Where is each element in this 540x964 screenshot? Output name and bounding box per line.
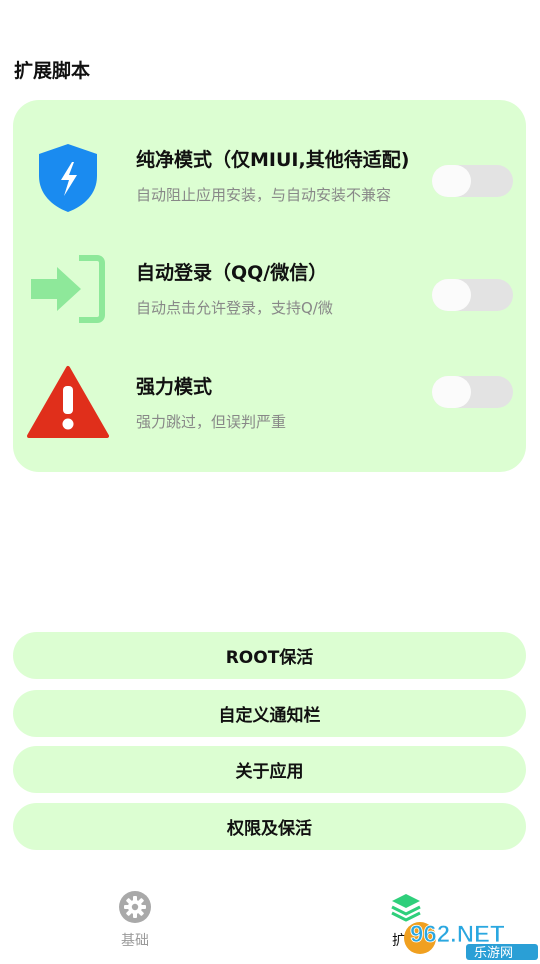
toggle-knob	[432, 165, 471, 197]
scripts-card: 纯净模式（仅MIUI,其他待适配) 自动阻止应用安装，与自动安装不兼容 自动登录…	[13, 100, 526, 472]
tab-basic[interactable]: 基础	[105, 890, 165, 950]
gear-icon	[118, 891, 152, 928]
auto-login-desc: 自动点击允许登录，支持Q/微	[136, 299, 333, 317]
pure-mode-title: 纯净模式（仅MIUI,其他待适配)	[136, 149, 410, 171]
script-row-auto-login: 自动登录（QQ/微信） 自动点击允许登录，支持Q/微	[13, 244, 526, 344]
login-arrow-icon	[27, 252, 109, 326]
power-mode-toggle[interactable]	[432, 376, 513, 408]
custom-notification-button[interactable]: 自定义通知栏	[13, 690, 526, 737]
watermark-sub: 乐游网	[474, 946, 513, 960]
power-mode-title: 强力模式	[136, 376, 213, 398]
power-mode-desc: 强力跳过，但误判严重	[136, 413, 287, 431]
about-app-button[interactable]: 关于应用	[13, 746, 526, 793]
toggle-knob	[432, 279, 471, 311]
toggle-knob	[432, 376, 471, 408]
permissions-keepalive-button[interactable]: 权限及保活	[13, 803, 526, 850]
root-keepalive-button[interactable]: ROOT保活	[13, 632, 526, 679]
shield-bolt-icon	[27, 140, 109, 214]
script-row-power-mode: 强力模式 强力跳过，但误判严重	[13, 358, 526, 458]
warning-icon	[27, 364, 109, 438]
section-title: 扩展脚本	[14, 60, 91, 82]
pure-mode-desc: 自动阻止应用安装，与自动安装不兼容	[136, 186, 392, 204]
tab-basic-label: 基础	[121, 933, 149, 949]
pure-mode-toggle[interactable]	[432, 165, 513, 197]
auto-login-title: 自动登录（QQ/微信）	[136, 262, 328, 284]
site-watermark: 962.NET 乐游网	[402, 910, 540, 961]
auto-login-toggle[interactable]	[432, 279, 513, 311]
script-row-pure-mode: 纯净模式（仅MIUI,其他待适配) 自动阻止应用安装，与自动安装不兼容	[13, 130, 526, 230]
watermark-brand: 962.NET	[410, 921, 505, 948]
